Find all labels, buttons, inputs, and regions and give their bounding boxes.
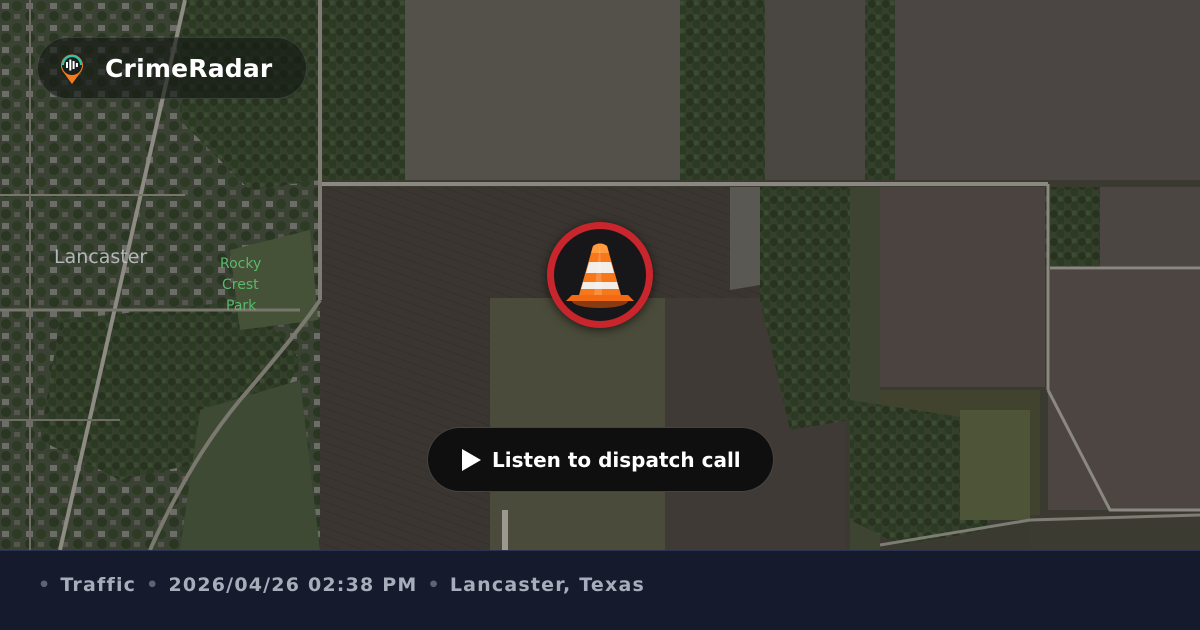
map-label-park: Park [226,298,257,314]
brand-name: CrimeRadar [105,54,273,83]
separator-dot: • [146,574,160,596]
map-label-crest: Crest [222,277,259,293]
incident-marker-inner [554,229,646,321]
separator-dot: • [38,574,52,596]
brand-badge[interactable]: CrimeRadar [37,37,307,99]
incident-category: Traffic [60,574,137,596]
traffic-cone-icon [566,243,634,308]
listen-dispatch-label: Listen to dispatch call [492,448,741,472]
map-label-rocky: Rocky [220,256,262,272]
map-label-lancaster: Lancaster [54,246,148,268]
radar-pin-icon [54,51,90,87]
play-icon [460,448,482,472]
incident-location: Lancaster, Texas [449,574,645,596]
incident-datetime: 2026/04/26 02:38 PM [168,574,418,596]
incident-footer: • Traffic • 2026/04/26 02:38 PM • Lancaster, … [0,550,1200,630]
incident-marker[interactable] [547,222,653,328]
separator-dot: • [427,574,441,596]
listen-dispatch-button[interactable]: Listen to dispatch call [427,427,774,492]
incident-meta: • Traffic • 2026/04/26 02:38 PM • Lancaster, … [38,574,655,596]
